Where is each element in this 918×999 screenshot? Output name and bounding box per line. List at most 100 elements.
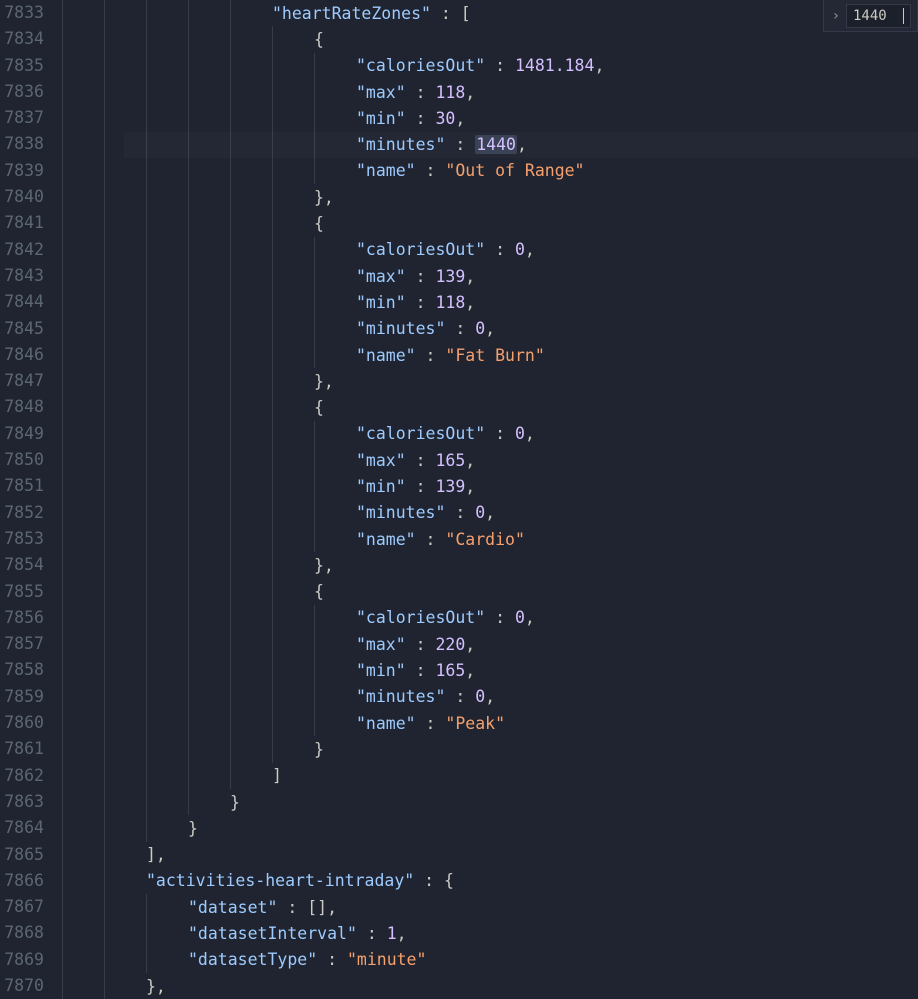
code-line[interactable]: "caloriesOut" : 1481.184, xyxy=(62,53,918,79)
indent-guide xyxy=(272,342,314,368)
indent-guide xyxy=(62,263,104,289)
code-area[interactable]: "heartRateZones" : [{"caloriesOut" : 148… xyxy=(62,0,918,999)
indent-guide xyxy=(230,421,272,447)
indent-guide xyxy=(230,657,272,683)
code-line[interactable]: "name" : "Fat Burn" xyxy=(62,342,918,368)
code-content: "datasetInterval" : 1, xyxy=(188,924,407,943)
code-line[interactable]: "max" : 139, xyxy=(62,263,918,289)
token-punc: : xyxy=(357,924,387,943)
code-line[interactable]: "min" : 165, xyxy=(62,657,918,683)
token-punc: , xyxy=(465,477,475,496)
token-punc: : xyxy=(485,608,515,627)
code-line[interactable]: "caloriesOut" : 0, xyxy=(62,237,918,263)
code-line[interactable]: }, xyxy=(62,973,918,999)
code-content: "caloriesOut" : 0, xyxy=(356,608,535,627)
indent-guide xyxy=(62,473,104,499)
line-number: 7854 xyxy=(0,552,44,578)
token-punc: : xyxy=(406,267,436,286)
find-input[interactable] xyxy=(853,8,903,24)
code-line[interactable]: "max" : 220, xyxy=(62,631,918,657)
code-line[interactable]: } xyxy=(62,736,918,762)
indent-guide xyxy=(146,53,188,79)
code-line[interactable]: "dataset" : [], xyxy=(62,894,918,920)
code-line[interactable]: "name" : "Cardio" xyxy=(62,526,918,552)
code-line[interactable]: "name" : "Out of Range" xyxy=(62,158,918,184)
indent-guide xyxy=(272,79,314,105)
indent-guide xyxy=(146,447,188,473)
indent-guide xyxy=(146,394,188,420)
indent-guide xyxy=(230,105,272,131)
indent-guide xyxy=(146,210,188,236)
token-str: "Peak" xyxy=(445,714,505,733)
code-line[interactable]: } xyxy=(62,789,918,815)
indent-guide xyxy=(104,210,146,236)
find-toggle-replace-icon[interactable]: › xyxy=(828,8,844,24)
indent-guide xyxy=(272,53,314,79)
code-content: } xyxy=(230,793,240,812)
indent-guide xyxy=(272,368,314,394)
code-line[interactable]: "minutes" : 0, xyxy=(62,316,918,342)
indent-guide xyxy=(146,79,188,105)
line-number: 7845 xyxy=(0,316,44,342)
line-number: 7846 xyxy=(0,342,44,368)
line-number: 7863 xyxy=(0,789,44,815)
code-content: "min" : 30, xyxy=(356,109,465,128)
code-content: ] xyxy=(272,766,282,785)
code-line[interactable]: "datasetInterval" : 1, xyxy=(62,920,918,946)
code-content: { xyxy=(314,582,324,601)
indent-guide xyxy=(314,657,356,683)
indent-guide xyxy=(62,684,104,710)
code-line[interactable]: { xyxy=(62,26,918,52)
token-key: "max" xyxy=(356,83,406,102)
line-number: 7835 xyxy=(0,53,44,79)
code-line[interactable]: "max" : 165, xyxy=(62,447,918,473)
code-line[interactable]: { xyxy=(62,579,918,605)
indent-guide xyxy=(62,79,104,105)
code-line[interactable]: "name" : "Peak" xyxy=(62,710,918,736)
code-line[interactable]: }, xyxy=(62,552,918,578)
code-content: "max" : 139, xyxy=(356,267,475,286)
token-punc: ], xyxy=(146,845,166,864)
token-num: 118 xyxy=(435,293,465,312)
indent-guide xyxy=(146,105,188,131)
indent-guide xyxy=(272,605,314,631)
code-editor[interactable]: 7833783478357836783778387839784078417842… xyxy=(0,0,918,999)
code-line[interactable]: "minutes" : 0, xyxy=(62,500,918,526)
indent-guide xyxy=(62,289,104,315)
token-punc: : xyxy=(406,109,436,128)
token-key: "min" xyxy=(356,477,406,496)
code-line[interactable]: "minutes" : 0, xyxy=(62,684,918,710)
line-number: 7848 xyxy=(0,394,44,420)
token-punc: } xyxy=(314,740,324,759)
code-line[interactable]: "min" : 139, xyxy=(62,473,918,499)
code-line[interactable]: }, xyxy=(62,184,918,210)
code-line[interactable]: "datasetType" : "minute" xyxy=(62,947,918,973)
code-line[interactable]: } xyxy=(62,815,918,841)
code-line[interactable]: "min" : 118, xyxy=(62,289,918,315)
find-input-wrap[interactable] xyxy=(846,4,911,28)
indent-guide xyxy=(62,947,104,973)
token-punc: : xyxy=(406,83,436,102)
code-line[interactable]: { xyxy=(62,210,918,236)
code-content: "caloriesOut" : 1481.184, xyxy=(356,56,604,75)
code-line[interactable]: "activities-heart-intraday" : { xyxy=(62,868,918,894)
code-line[interactable]: ] xyxy=(62,763,918,789)
line-number: 7836 xyxy=(0,79,44,105)
code-line[interactable]: "caloriesOut" : 0, xyxy=(62,421,918,447)
indent-guide xyxy=(188,631,230,657)
code-line[interactable]: ], xyxy=(62,842,918,868)
indent-guide xyxy=(230,500,272,526)
indent-guide xyxy=(272,552,314,578)
code-line[interactable]: }, xyxy=(62,368,918,394)
token-punc: : xyxy=(485,56,515,75)
code-line[interactable]: "caloriesOut" : 0, xyxy=(62,605,918,631)
code-line[interactable]: { xyxy=(62,394,918,420)
indent-guide xyxy=(62,500,104,526)
code-content: "max" : 165, xyxy=(356,451,475,470)
code-content: "minutes" : 1440, xyxy=(356,135,527,154)
code-line[interactable]: "min" : 30, xyxy=(62,105,918,131)
indent-guide xyxy=(188,684,230,710)
code-line[interactable]: "heartRateZones" : [ xyxy=(62,0,918,26)
indent-guide xyxy=(62,815,104,841)
code-line[interactable]: "max" : 118, xyxy=(62,79,918,105)
